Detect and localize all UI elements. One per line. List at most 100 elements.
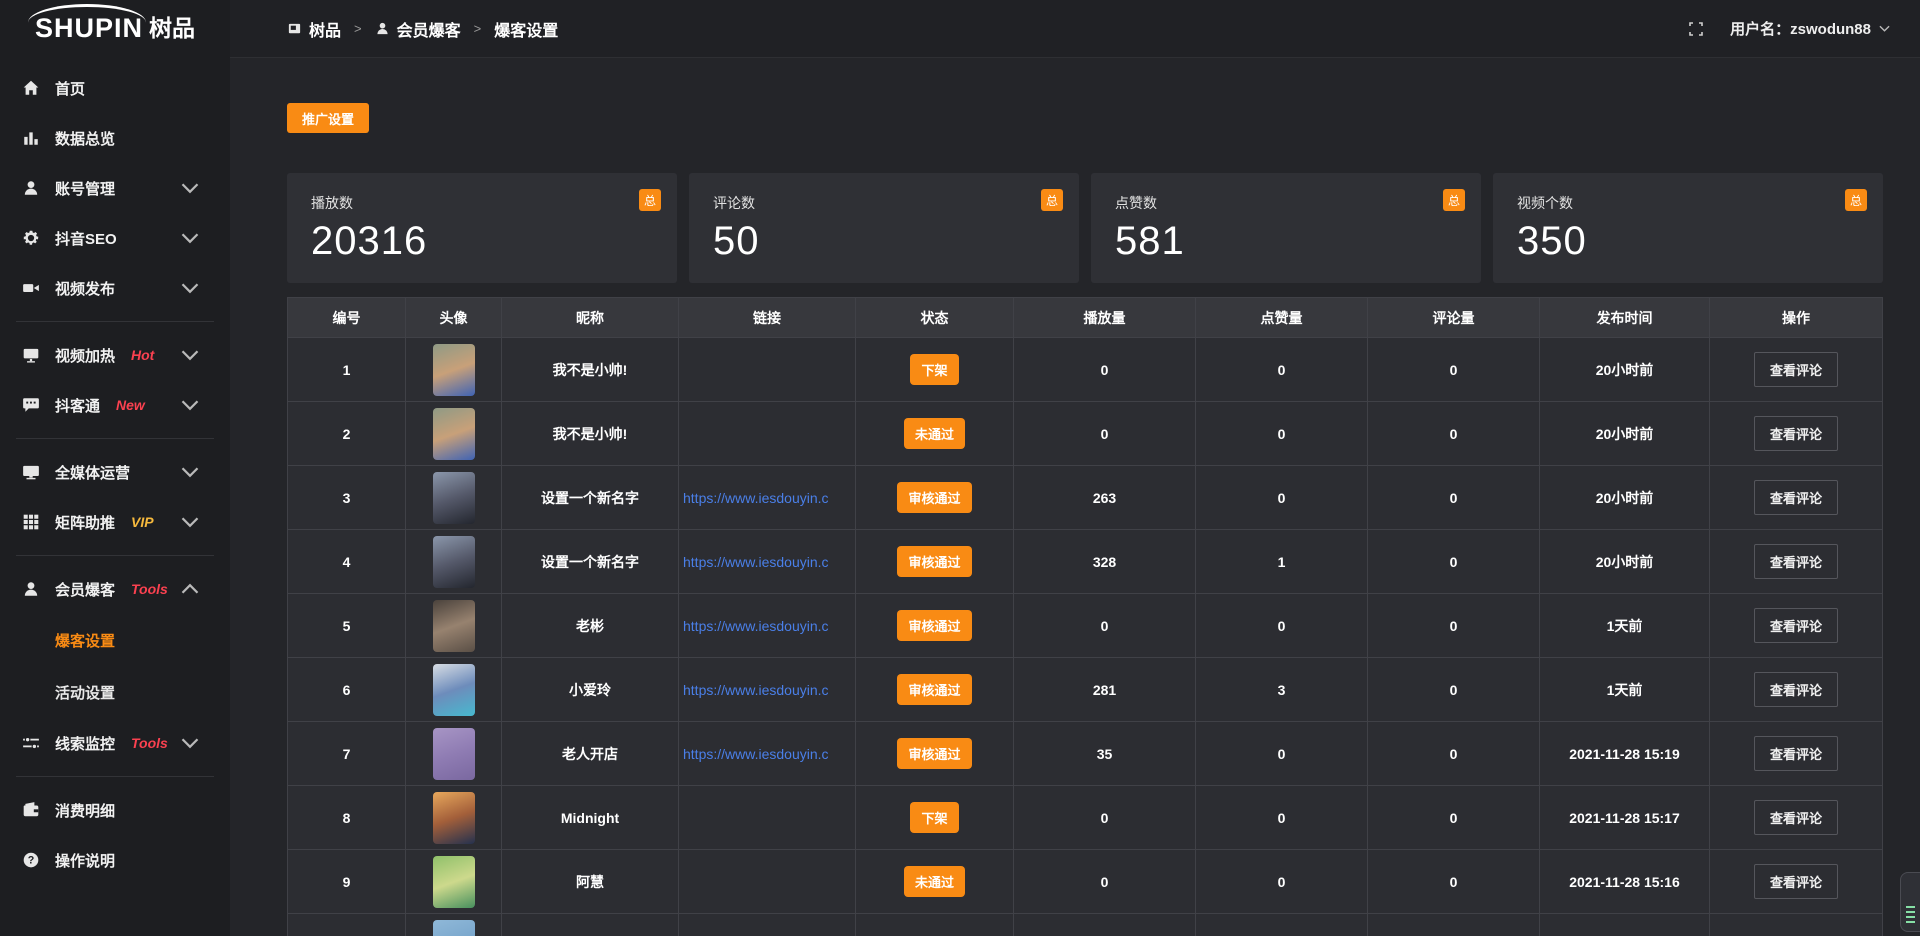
avatar [433,664,475,716]
sidebar-item-douketong[interactable]: 抖客通New [0,380,230,430]
cell-plays: 328 [1014,530,1196,594]
sidebar-item-data-overview[interactable]: 数据总览 [0,113,230,163]
sidebar-item-clue-monitoring[interactable]: 线索监控Tools [0,718,230,768]
sidebar-item-douyin-seo[interactable]: 抖音SEO [0,213,230,263]
view-comments-button[interactable]: 查看评论 [1754,800,1838,835]
table-row [288,914,1883,936]
avatar [433,536,475,588]
sidebar-subitem-activity-settings[interactable]: 活动设置 [0,666,230,718]
cell-comments: 0 [1368,658,1540,722]
breadcrumb-item-baoke-settings[interactable]: 爆客设置 [494,17,558,41]
table-column-header: 昵称 [502,298,679,338]
cell-status: 审核通过 [856,658,1014,722]
sidebar-divider [16,438,214,439]
cell-likes: 1 [1196,530,1368,594]
cell-likes: 0 [1196,338,1368,402]
stat-card-plays: 播放数总20316 [287,173,677,283]
sidebar-item-consumption-details[interactable]: 消费明细 [0,785,230,835]
cell-likes: 0 [1196,402,1368,466]
table-body: 1 我不是小帅! 下架 0 0 0 20小时前 查看评论 2 我不是小帅! 未通… [288,338,1883,936]
view-comments-button[interactable]: 查看评论 [1754,352,1838,387]
sidebar-item-label: 全媒体运营 [55,462,130,483]
cell-comments: 0 [1368,338,1540,402]
avatar [433,728,475,780]
sidebar-item-label: 视频加热 [55,345,115,366]
sidebar-item-video-heating[interactable]: 视频加热 Hot [0,330,230,380]
brand-name-zh: 树品 [149,17,195,40]
video-link[interactable]: https://www.iesdouyin.c [683,682,829,698]
wallet-icon [22,801,40,819]
avatar [433,920,475,936]
status-badge: 未通过 [904,418,965,449]
cell-nickname: 阿慧 [502,850,679,914]
view-comments-button[interactable]: 查看评论 [1754,480,1838,515]
avatar [433,856,475,908]
sidebar: SHUPIN 树品 首页数据总览账号管理抖音SEO视频发布视频加热 Hot 抖客通N… [0,0,230,936]
cell-plays: 0 [1014,338,1196,402]
table-column-header: 状态 [856,298,1014,338]
table-row: 3 设置一个新名字 https://www.iesdouyin.c 审核通过 2… [288,466,1883,530]
sidebar-item-badge: Hot [131,347,154,363]
cell-likes: 0 [1196,786,1368,850]
sidebar-item-member-baoke[interactable]: 会员爆客Tools [0,564,230,614]
cell-plays [1014,914,1196,936]
fullscreen-icon[interactable] [1688,21,1704,37]
status-badge: 未通过 [904,866,965,897]
cell-nickname: 小爱玲 [502,658,679,722]
cell-action: 查看评论 [1710,850,1883,914]
cell-status: 未通过 [856,850,1014,914]
sidebar-item-operation-guide[interactable]: ?操作说明 [0,835,230,885]
avatar [433,344,475,396]
cell-publish-time [1540,914,1710,936]
view-comments-button[interactable]: 查看评论 [1754,544,1838,579]
status-badge: 下架 [910,354,958,385]
cell-avatar [406,402,502,466]
monitor-icon [22,463,40,481]
view-comments-button[interactable]: 查看评论 [1754,864,1838,899]
sidebar-item-label: 矩阵助推 [55,512,115,533]
video-link[interactable]: https://www.iesdouyin.c [683,746,829,762]
table-column-header: 操作 [1710,298,1883,338]
view-comments-button[interactable]: 查看评论 [1754,608,1838,643]
sidebar-item-matrix-boost[interactable]: 矩阵助推VIP [0,497,230,547]
chevron-down-icon [181,734,199,752]
sidebar-item-home[interactable]: 首页 [0,63,230,113]
sidebar-item-account-management[interactable]: 账号管理 [0,163,230,213]
floating-widget[interactable] [1900,872,1920,932]
cell-action: 查看评论 [1710,722,1883,786]
brand-logo: SHUPIN 树品 [0,0,230,57]
status-badge: 审核通过 [897,738,971,769]
user-menu[interactable]: 用户名：zswodun88 [1730,18,1890,39]
sidebar-item-video-publish[interactable]: 视频发布 [0,263,230,313]
cell-status: 审核通过 [856,594,1014,658]
breadcrumb-item-shupin[interactable]: 树品 [287,17,341,41]
sidebar-subitem-baoke-settings[interactable]: 爆客设置 [0,614,230,666]
sidebar-item-badge: Tools [131,581,168,597]
view-comments-button[interactable]: 查看评论 [1754,736,1838,771]
sidebar-divider [16,776,214,777]
view-comments-button[interactable]: 查看评论 [1754,672,1838,707]
cell-status: 审核通过 [856,530,1014,594]
sidebar-divider [16,321,214,322]
sidebar-item-badge: Tools [131,735,168,751]
gear-icon [22,229,40,247]
chevron-down-icon [181,513,199,531]
sidebar-nav: 首页数据总览账号管理抖音SEO视频发布视频加热 Hot 抖客通New 全媒体运营矩阵助… [0,57,230,885]
user-icon [375,21,390,36]
cell-likes: 3 [1196,658,1368,722]
cell-publish-time: 20小时前 [1540,466,1710,530]
breadcrumb-separator: > [474,21,482,36]
breadcrumb-item-member-baoke[interactable]: 会员爆客 [375,17,461,41]
stat-card-label: 视频个数 [1517,195,1573,211]
stat-card-value: 20316 [311,219,677,264]
video-link[interactable]: https://www.iesdouyin.c [683,554,829,570]
promo-settings-button[interactable]: 推广设置 [287,103,369,133]
sidebar-item-all-media-operation[interactable]: 全媒体运营 [0,447,230,497]
video-link[interactable]: https://www.iesdouyin.c [683,490,829,506]
grid-icon [22,513,40,531]
stat-card-label: 播放数 [311,195,353,211]
cell-link: https://www.iesdouyin.c [679,722,856,786]
view-comments-button[interactable]: 查看评论 [1754,416,1838,451]
stat-card-label: 评论数 [713,195,755,211]
video-link[interactable]: https://www.iesdouyin.c [683,618,829,634]
